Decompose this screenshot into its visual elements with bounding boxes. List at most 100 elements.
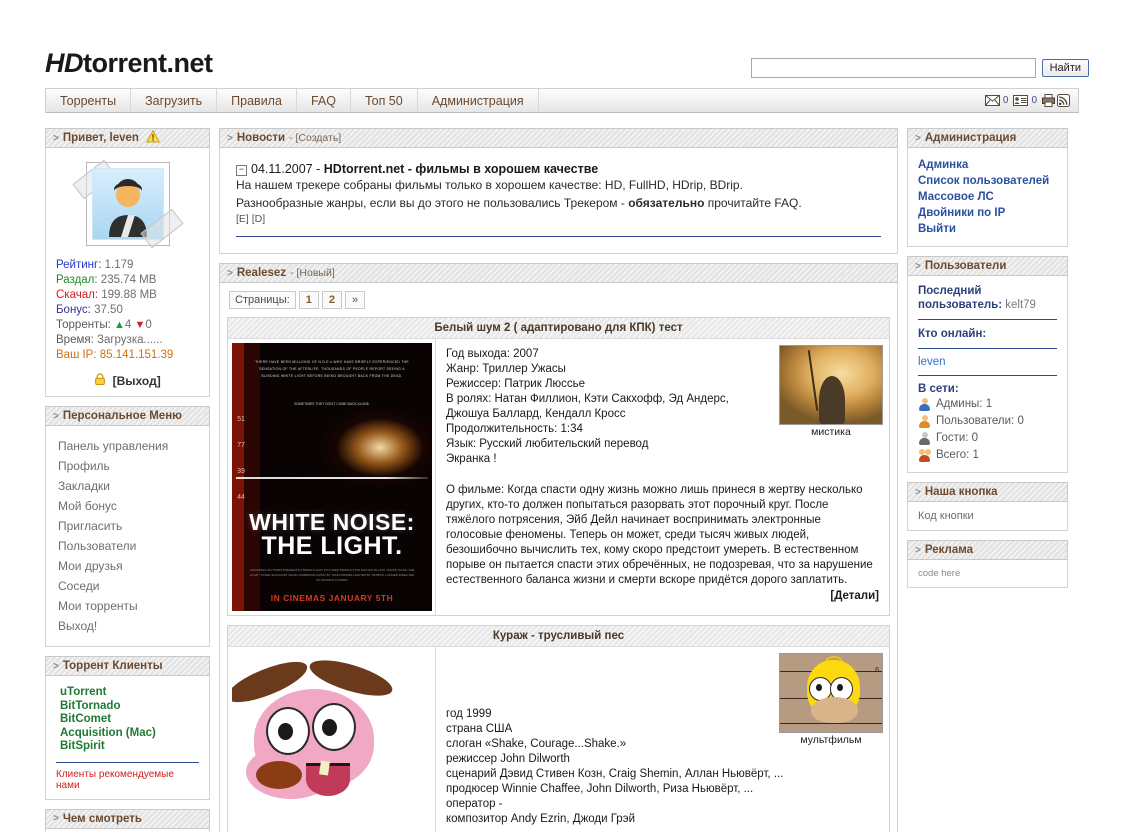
online-user-leven[interactable]: leven (918, 356, 1057, 368)
contact-card-icon[interactable] (1013, 95, 1028, 106)
client-bitspirit[interactable]: BitSpirit (60, 740, 199, 754)
mystic-thumb[interactable] (779, 345, 883, 425)
admin-item-adminka[interactable]: Админка (918, 157, 1057, 173)
envelope-count: 0 (1003, 95, 1009, 106)
white-noise-the-light-poster[interactable]: 51773944 THERE HAVE BEEN MILLIONS OF N.D… (232, 343, 432, 611)
main-content: > Новости - [Создать] −04.11.2007 - HDto… (219, 128, 898, 832)
menu-item-profile[interactable]: Профиль (56, 456, 199, 476)
courage-the-cowardly-dog-poster[interactable] (232, 651, 432, 801)
news-line2-a: Разнообразные жанры, если вы до этого не… (236, 196, 628, 210)
admin-item-user-list[interactable]: Список пользователей (918, 173, 1057, 189)
client-utorrent[interactable]: uTorrent (60, 686, 199, 700)
client-acquisition[interactable]: Acquisition (Mac) (60, 727, 199, 741)
menu-item-my-friends[interactable]: Мои друзья (56, 556, 199, 576)
our-button-header: > Наша кнопка (907, 482, 1068, 502)
stat-downloaded: Скачал: 199.88 MB (56, 288, 199, 303)
divider (918, 348, 1057, 349)
collapse-icon[interactable]: − (236, 165, 247, 176)
divider (56, 762, 199, 763)
chevron-right-icon: > (915, 487, 921, 498)
news-line-1: На нашем трекере собраны фильмы только в… (236, 177, 881, 194)
divider (918, 375, 1057, 376)
release-title[interactable]: Кураж - трусливый пес (228, 626, 889, 647)
dog-nose (256, 761, 302, 789)
printer-icon[interactable] (1042, 94, 1055, 107)
personal-menu-header: > Персональное Меню (45, 406, 210, 426)
nav-item-upload[interactable]: Загрузить (131, 89, 217, 112)
nav-item-administration[interactable]: Администрация (418, 89, 539, 112)
news-item-headline: −04.11.2007 - HDtorrent.net - фильмы в х… (236, 162, 881, 176)
releases-new-link[interactable]: - [Новый] (290, 267, 335, 279)
meta-cast: В ролях: Натан Филлион, Кэти Сакхофф, Эд… (446, 392, 766, 422)
release-detail-area: 6 мультфильм (436, 647, 889, 832)
chevron-right-icon: > (227, 133, 233, 144)
release-card: Белый шум 2 ( адаптировано для КПК) тест… (227, 317, 890, 616)
advertising-panel: > Реклама code here (907, 540, 1068, 588)
search-button[interactable]: Найти (1042, 59, 1089, 77)
poster-ekg-line (236, 477, 428, 479)
nav-item-rules[interactable]: Правила (217, 89, 297, 112)
menu-item-my-torrents[interactable]: Мои торренты (56, 596, 199, 616)
advertising-title: Реклама (925, 544, 973, 556)
menu-item-control-panel[interactable]: Панель управления (56, 436, 199, 456)
administration-list: Админка Список пользователей Массовое ЛС… (918, 156, 1057, 238)
releases-title: Realesez (237, 267, 286, 279)
client-bittornado[interactable]: BitTornado (60, 700, 199, 714)
releases-header: > Realesez - [Новый] (219, 263, 898, 283)
poster-tagline: THERE HAVE BEEN MILLIONS OF N.D.E.s WHO … (252, 359, 412, 380)
releases-panel: > Realesez - [Новый] Страницы: 1 2 » Бел… (219, 263, 898, 832)
rss-icon[interactable] (1057, 94, 1070, 107)
admin-item-mass-pm[interactable]: Массовое ЛС (918, 189, 1057, 205)
release-description: О фильме: Когда спасти одну жизнь можно … (446, 483, 879, 588)
page-1-button[interactable]: 1 (299, 291, 319, 309)
menu-item-bookmarks[interactable]: Закладки (56, 476, 199, 496)
our-button-body: Код кнопки (907, 502, 1068, 531)
news-edit-delete-links[interactable]: [E] [D] (236, 213, 881, 225)
nav-item-top50[interactable]: Топ 50 (351, 89, 418, 112)
admin-person-icon (918, 398, 931, 411)
network-row-users: Пользователи: 0 (918, 413, 1057, 430)
release-body: 51773944 THERE HAVE BEEN MILLIONS OF N.D… (228, 339, 889, 615)
news-create-link[interactable]: - [Создать] (289, 132, 341, 144)
menu-item-neighbors[interactable]: Соседи (56, 576, 199, 596)
envelope-icon[interactable] (985, 95, 1000, 106)
network-row-total: Всего: 1 (918, 447, 1057, 464)
nav-item-faq[interactable]: FAQ (297, 89, 351, 112)
stat-rating: Рейтинг: 1.179 (56, 258, 199, 273)
lock-icon (94, 374, 109, 388)
menu-item-users[interactable]: Пользователи (56, 536, 199, 556)
stat-bonus: Бонус: 37.50 (56, 303, 199, 318)
client-bitcomet[interactable]: BitComet (60, 713, 199, 727)
height-mark-6: 6 (875, 667, 879, 674)
cartoon-thumb[interactable]: 6 (779, 653, 883, 733)
next-page-button[interactable]: » (345, 291, 365, 309)
menu-item-logout[interactable]: Выход! (56, 616, 199, 636)
administration-panel: > Администрация Админка Список пользоват… (907, 128, 1068, 247)
logout-row[interactable]: [Выход] (56, 373, 199, 388)
dog-pupil-right (322, 719, 337, 736)
release-meta: Год выхода: 2007 Жанр: Триллер Ужасы Реж… (446, 347, 766, 467)
our-button-code-text[interactable]: Код кнопки (918, 510, 1057, 522)
menu-item-invite[interactable]: Пригласить (56, 516, 199, 536)
page-2-button[interactable]: 2 (322, 291, 342, 309)
warning-icon[interactable] (146, 130, 160, 146)
admin-item-ip-duplicates[interactable]: Двойники по IP (918, 205, 1057, 221)
last-user-value[interactable]: kelt79 (1005, 299, 1036, 311)
nav-item-torrents[interactable]: Торренты (46, 89, 131, 112)
search-input[interactable] (751, 58, 1036, 78)
chevron-right-icon: > (53, 813, 59, 824)
chevron-right-icon: > (227, 268, 233, 279)
menu-item-my-bonus[interactable]: Мой бонус (56, 496, 199, 516)
main-navigation: Торренты Загрузить Правила FAQ Топ 50 Ад… (45, 88, 1079, 113)
avatar[interactable] (86, 162, 170, 246)
release-title[interactable]: Белый шум 2 ( адаптировано для КПК) тест (228, 318, 889, 339)
homer-muzzle (811, 697, 858, 724)
release-poster-cell (228, 647, 436, 832)
release-details-link[interactable]: [Детали] (446, 590, 879, 602)
dog-pupil-left (278, 723, 293, 740)
admin-item-logout[interactable]: Выйти (918, 221, 1057, 237)
administration-header: > Администрация (907, 128, 1068, 148)
chevron-right-icon: > (53, 661, 59, 672)
site-logo[interactable]: HDtorrent.net (45, 48, 213, 79)
network-label: В сети: (918, 383, 1057, 395)
